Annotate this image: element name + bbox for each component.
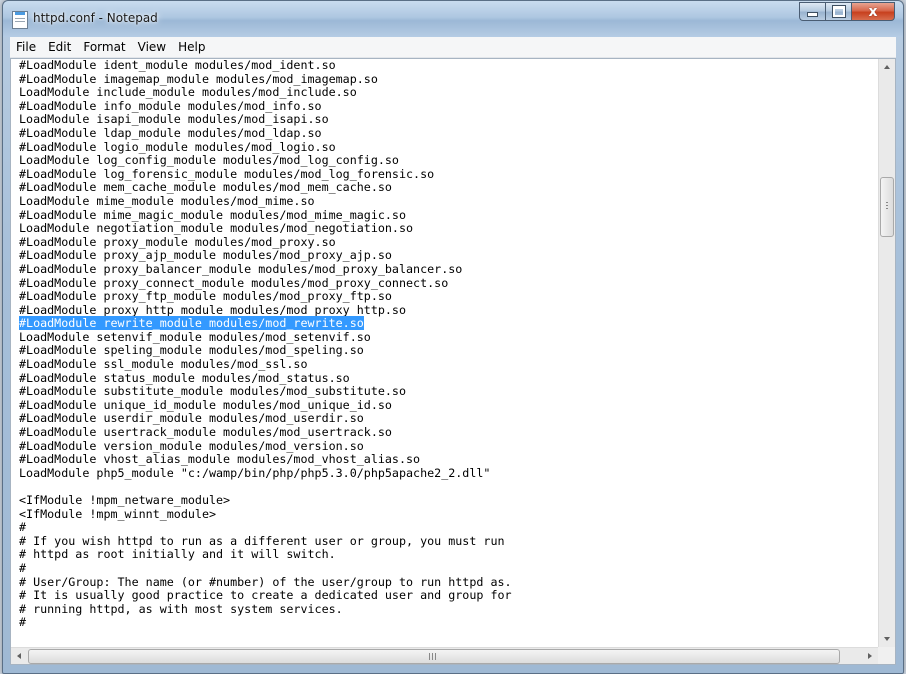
text-line[interactable]: #LoadModule proxy_balancer_module module… [19,262,878,277]
text-line[interactable]: #LoadModule ssl_module modules/mod_ssl.s… [19,357,878,372]
text-line[interactable]: # It is usually good practice to create … [19,589,878,603]
text-line[interactable]: #LoadModule proxy_ajp_module modules/mod… [19,249,878,263]
text-line[interactable]: LoadModule include_module modules/mod_in… [19,86,878,100]
text-line[interactable]: #LoadModule ldap_module modules/mod_ldap… [19,126,878,141]
maximize-button[interactable] [825,2,851,21]
text-line[interactable]: LoadModule mime_module modules/mod_mime.… [19,194,878,209]
text-line[interactable]: #LoadModule mime_magic_module modules/mo… [19,208,878,223]
notepad-icon[interactable] [12,11,28,29]
menu-file[interactable]: File [10,37,42,57]
vertical-scroll-thumb[interactable] [880,177,894,237]
grip-icon [429,653,436,660]
title-bar[interactable]: httpd.conf - Notepad x [3,1,903,37]
menu-format[interactable]: Format [77,37,131,57]
text-line[interactable]: # [19,616,878,630]
horizontal-scroll-thumb[interactable] [28,649,840,664]
text-line[interactable]: #LoadModule log_forensic_module modules/… [19,167,878,182]
text-line[interactable]: <IfModule !mpm_winnt_module> [19,507,878,522]
text-line[interactable]: #LoadModule proxy_ftp_module modules/mod… [19,289,878,304]
vertical-scrollbar[interactable] [878,59,895,647]
text-line[interactable]: <IfModule !mpm_netware_module> [19,493,878,508]
caption-buttons: x [799,2,895,22]
text-line[interactable]: #LoadModule version_module modules/mod_v… [19,439,878,454]
text-line[interactable]: LoadModule php5_module "c:/wamp/bin/php/… [19,466,878,481]
text-line[interactable]: # httpd as root initially and it will sw… [19,548,878,562]
minimize-button[interactable] [799,2,825,21]
text-line[interactable]: LoadModule log_config_module modules/mod… [19,154,878,168]
text-line[interactable]: #LoadModule substitute_module modules/mo… [19,385,878,399]
text-line[interactable]: #LoadModule imagemap_module modules/mod_… [19,72,878,87]
text-line[interactable]: # running httpd, as with most system ser… [19,602,878,617]
text-line[interactable]: #LoadModule ident_module modules/mod_ide… [19,59,878,73]
close-button[interactable]: x [851,2,895,21]
text-line[interactable]: #LoadModule unique_id_module modules/mod… [19,398,878,413]
text-line[interactable]: #LoadModule status_module modules/mod_st… [19,371,878,386]
window-title: httpd.conf - Notepad [33,11,158,25]
text-line[interactable] [19,480,878,494]
grip-icon [886,202,888,209]
scroll-down-arrow-icon[interactable] [884,637,890,641]
text-line[interactable]: #LoadModule proxy_http_module modules/mo… [19,303,878,318]
text-line[interactable]: LoadModule negotiation_module modules/mo… [19,222,878,236]
text-line[interactable]: # [19,521,878,535]
text-line[interactable]: #LoadModule usertrack_module modules/mod… [19,425,878,440]
menu-view[interactable]: View [132,37,172,57]
text-line[interactable]: # User/Group: The name (or #number) of t… [19,575,878,590]
text-line[interactable]: #LoadModule proxy_module modules/mod_pro… [19,235,878,250]
text-editor[interactable]: #LoadModule ident_module modules/mod_ide… [10,58,896,665]
text-line[interactable]: # [19,561,878,576]
text-line[interactable]: #LoadModule info_module modules/mod_info… [19,99,878,114]
maximize-icon [832,6,845,17]
minimize-icon [807,12,818,17]
scrollbar-corner [878,647,895,664]
text-selection[interactable]: #LoadModule rewrite_module modules/mod_r… [19,316,364,331]
menu-edit[interactable]: Edit [42,37,77,57]
menu-help[interactable]: Help [172,37,211,57]
text-line-selected[interactable]: #LoadModule rewrite_module modules/mod_r… [19,316,878,331]
text-line[interactable]: # If you wish httpd to run as a differen… [19,534,878,549]
text-line[interactable]: LoadModule setenvif_module modules/mod_s… [19,330,878,345]
text-content[interactable]: #LoadModule ident_module modules/mod_ide… [11,59,878,647]
text-line[interactable]: #LoadModule mem_cache_module modules/mod… [19,181,878,195]
notepad-window: httpd.conf - Notepad x File Edit Format … [2,0,904,674]
horizontal-scrollbar[interactable] [11,647,878,664]
text-line[interactable]: LoadModule isapi_module modules/mod_isap… [19,113,878,127]
scroll-up-arrow-icon[interactable] [884,65,890,69]
text-line[interactable]: #LoadModule userdir_module modules/mod_u… [19,412,878,426]
text-line[interactable]: #LoadModule speling_module modules/mod_s… [19,344,878,358]
scroll-right-arrow-icon[interactable] [868,653,872,659]
close-icon: x [868,3,878,20]
text-line[interactable]: #LoadModule logio_module modules/mod_log… [19,140,878,155]
text-line[interactable]: #LoadModule proxy_connect_module modules… [19,276,878,291]
menu-bar: File Edit Format View Help [10,37,896,58]
text-line[interactable]: #LoadModule vhost_alias_module modules/m… [19,453,878,467]
scroll-left-arrow-icon[interactable] [17,653,21,659]
